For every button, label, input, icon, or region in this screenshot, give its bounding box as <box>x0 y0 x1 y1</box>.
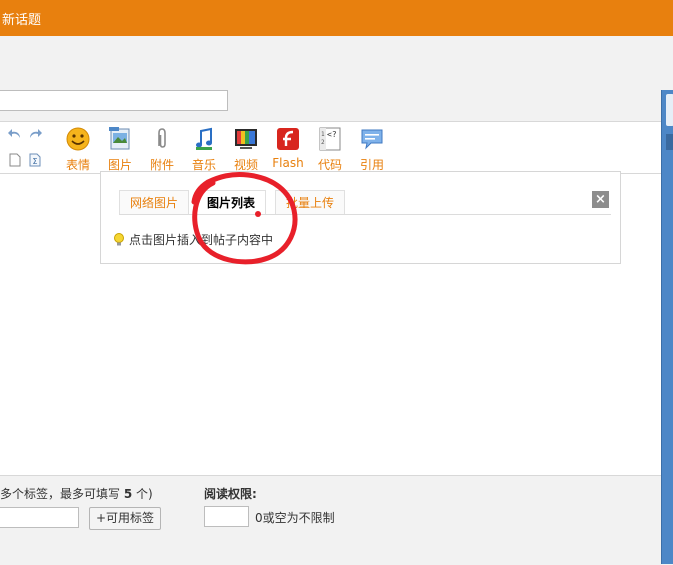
tab-batch-upload[interactable]: 批量上传 <box>275 190 346 214</box>
read-permission-label: 阅读权限: <box>204 487 257 501</box>
emoticon-tool[interactable]: 表情 <box>60 126 96 173</box>
tag-hint: 多个标签，最多可填写 5 个) <box>0 487 153 501</box>
scroll-handle[interactable] <box>666 94 673 126</box>
svg-text:2: 2 <box>321 139 325 146</box>
flash-tool[interactable]: Flash <box>270 126 306 170</box>
attachment-tool[interactable]: 附件 <box>144 126 180 173</box>
blank-page-icon[interactable] <box>8 153 22 167</box>
image-tool[interactable]: 图片 <box>102 126 138 173</box>
quote-icon <box>361 129 383 150</box>
read-permission-hint: 0或空为不限制 <box>255 511 335 525</box>
redo-icon[interactable] <box>28 127 42 141</box>
paperclip-icon <box>158 128 166 148</box>
quote-tool[interactable]: 引用 <box>354 126 390 173</box>
tab-image-list[interactable]: 图片列表 <box>196 190 267 215</box>
tabs-divider <box>119 214 611 215</box>
svg-text:<?: <? <box>327 130 337 139</box>
smiley-icon <box>66 127 90 151</box>
available-tags-button[interactable]: +可用标签 <box>89 507 161 530</box>
code-icon: 1 2 <? <box>319 127 341 151</box>
close-button[interactable]: × <box>592 191 609 208</box>
side-panel-tab[interactable] <box>666 134 673 150</box>
tab-web-image[interactable]: 网络图片 <box>119 190 190 214</box>
svg-text:1: 1 <box>321 131 325 138</box>
image-icon <box>109 127 130 150</box>
video-tool[interactable]: 视频 <box>228 126 264 173</box>
image-popup: 网络图片 图片列表 批量上传 × 点击图片插入到帖子内容中 <box>100 171 621 264</box>
lightbulb-icon <box>114 233 124 246</box>
code-tool[interactable]: 1 2 <? 代码 <box>312 126 348 173</box>
popup-hint-text: 点击图片插入到帖子内容中 <box>129 233 274 247</box>
music-note-icon <box>196 127 212 150</box>
video-icon <box>235 129 257 149</box>
undo-icon[interactable] <box>8 127 22 141</box>
popup-hint: 点击图片插入到帖子内容中 <box>113 231 273 248</box>
post-options: 多个标签，最多可填写 5 个) +可用标签 阅读权限: 0或空为不限制 <box>0 475 661 565</box>
subject-input[interactable] <box>0 90 228 111</box>
page-title: 新话题 <box>2 13 42 28</box>
top-bar: 新话题 <box>0 0 673 36</box>
side-panel-edge[interactable] <box>661 90 673 564</box>
tag-input[interactable] <box>0 507 79 528</box>
formula-page-icon[interactable]: Σ <box>28 153 42 167</box>
music-tool[interactable]: 音乐 <box>186 126 222 173</box>
read-permission-input[interactable] <box>204 506 249 527</box>
svg-text:Σ: Σ <box>33 157 38 166</box>
flash-icon <box>277 128 299 150</box>
